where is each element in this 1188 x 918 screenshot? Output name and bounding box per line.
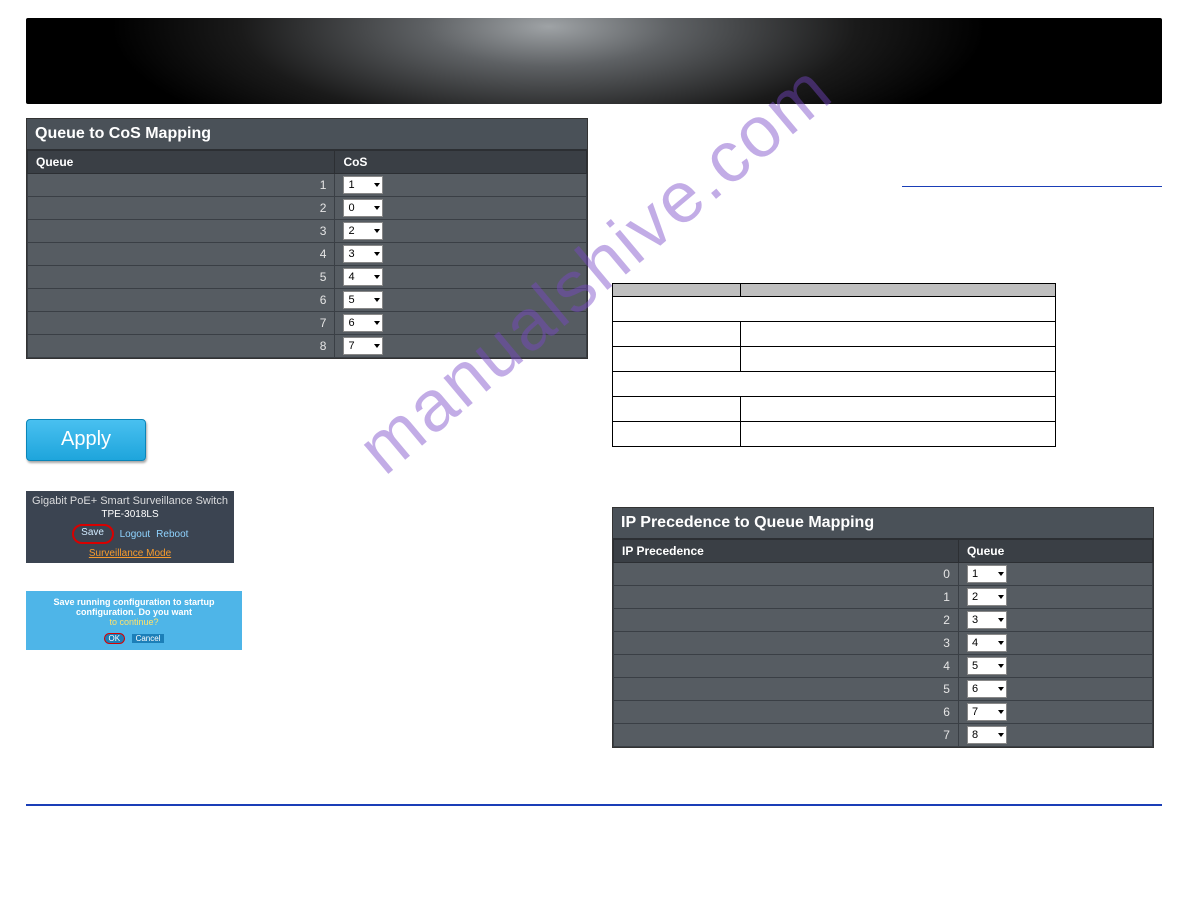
device-model: TPE-3018LS: [26, 509, 234, 520]
queue-cell: 4: [958, 632, 1152, 655]
table-row: [613, 372, 1056, 397]
cos-cell: 4: [335, 266, 587, 289]
spec-header-0: [613, 284, 741, 297]
confirm-continue: to continue?: [30, 617, 238, 627]
queue-number: 2: [28, 197, 335, 220]
ip-precedence-number: 5: [614, 678, 959, 701]
queue-cell: 1: [958, 563, 1152, 586]
device-title: Gigabit PoE+ Smart Surveillance Switch: [26, 495, 234, 507]
queue-number: 1: [28, 174, 335, 197]
cos-cell: 5: [335, 289, 587, 312]
queue-cell: 6: [958, 678, 1152, 701]
table-row: 23: [614, 609, 1153, 632]
queue-select[interactable]: 4: [967, 634, 1007, 652]
cos-cell: 1: [335, 174, 587, 197]
reboot-link[interactable]: Reboot: [156, 529, 188, 540]
top-underline: [902, 166, 1162, 187]
cos-select[interactable]: 1: [343, 176, 383, 194]
ip-precedence-panel: IP Precedence to Queue Mapping IP Preced…: [612, 507, 1154, 748]
ok-button[interactable]: OK: [104, 633, 126, 644]
top-banner: [26, 18, 1162, 104]
queue-number: 5: [28, 266, 335, 289]
table-row: 45: [614, 655, 1153, 678]
table-row: [613, 397, 1056, 422]
cos-select[interactable]: 0: [343, 199, 383, 217]
col-header-queue: Queue: [28, 151, 335, 174]
table-row: 56: [614, 678, 1153, 701]
queue-select[interactable]: 1: [967, 565, 1007, 583]
table-row: 34: [614, 632, 1153, 655]
cos-cell: 7: [335, 335, 587, 358]
logout-link[interactable]: Logout: [120, 529, 151, 540]
ip-precedence-number: 6: [614, 701, 959, 724]
ip-precedence-table: IP Precedence Queue 0112233445566778: [613, 539, 1153, 747]
cancel-button[interactable]: Cancel: [132, 634, 165, 643]
table-row: 11: [28, 174, 587, 197]
ip-precedence-number: 0: [614, 563, 959, 586]
bottom-rule: [26, 804, 1162, 806]
table-row: 32: [28, 220, 587, 243]
table-row: 43: [28, 243, 587, 266]
queue-select[interactable]: 6: [967, 680, 1007, 698]
table-row: 01: [614, 563, 1153, 586]
cos-select[interactable]: 3: [343, 245, 383, 263]
queue-cell: 2: [958, 586, 1152, 609]
queue-select[interactable]: 2: [967, 588, 1007, 606]
cos-cell: 0: [335, 197, 587, 220]
queue-select[interactable]: 3: [967, 611, 1007, 629]
queue-number: 3: [28, 220, 335, 243]
cos-select[interactable]: 5: [343, 291, 383, 309]
ip-precedence-number: 2: [614, 609, 959, 632]
cos-select[interactable]: 7: [343, 337, 383, 355]
queue-number: 7: [28, 312, 335, 335]
queue-to-cos-panel: Queue to CoS Mapping Queue CoS 112032435…: [26, 118, 588, 359]
panel-title: IP Precedence to Queue Mapping: [613, 508, 1153, 539]
table-row: [613, 422, 1056, 447]
confirm-text: Save running configuration to startup co…: [30, 597, 238, 617]
col-header-queue: Queue: [958, 540, 1152, 563]
ip-precedence-number: 3: [614, 632, 959, 655]
table-row: 78: [614, 724, 1153, 747]
table-row: 67: [614, 701, 1153, 724]
queue-cell: 3: [958, 609, 1152, 632]
ip-precedence-number: 4: [614, 655, 959, 678]
queue-to-cos-table: Queue CoS 1120324354657687: [27, 150, 587, 358]
queue-select[interactable]: 5: [967, 657, 1007, 675]
table-row: [613, 347, 1056, 372]
table-row: 65: [28, 289, 587, 312]
table-row: 87: [28, 335, 587, 358]
confirm-dialog: Save running configuration to startup co…: [26, 591, 242, 650]
table-row: 76: [28, 312, 587, 335]
table-row: [613, 297, 1056, 322]
spec-table: [612, 283, 1056, 447]
cos-cell: 2: [335, 220, 587, 243]
spec-header-1: [741, 284, 1056, 297]
table-row: 12: [614, 586, 1153, 609]
apply-button[interactable]: Apply: [26, 419, 146, 461]
queue-number: 4: [28, 243, 335, 266]
queue-select[interactable]: 8: [967, 726, 1007, 744]
surveillance-mode-link[interactable]: Surveillance Mode: [26, 548, 234, 563]
cos-select[interactable]: 2: [343, 222, 383, 240]
queue-cell: 8: [958, 724, 1152, 747]
panel-title: Queue to CoS Mapping: [27, 119, 587, 150]
col-header-ip: IP Precedence: [614, 540, 959, 563]
cos-cell: 6: [335, 312, 587, 335]
queue-number: 6: [28, 289, 335, 312]
queue-cell: 7: [958, 701, 1152, 724]
cos-select[interactable]: 4: [343, 268, 383, 286]
queue-number: 8: [28, 335, 335, 358]
col-header-cos: CoS: [335, 151, 587, 174]
table-row: 20: [28, 197, 587, 220]
table-row: 54: [28, 266, 587, 289]
queue-select[interactable]: 7: [967, 703, 1007, 721]
cos-select[interactable]: 6: [343, 314, 383, 332]
ip-precedence-number: 1: [614, 586, 959, 609]
table-row: [613, 322, 1056, 347]
ip-precedence-number: 7: [614, 724, 959, 747]
save-button[interactable]: Save: [72, 524, 114, 544]
queue-cell: 5: [958, 655, 1152, 678]
save-config-box: Gigabit PoE+ Smart Surveillance Switch T…: [26, 491, 234, 563]
cos-cell: 3: [335, 243, 587, 266]
